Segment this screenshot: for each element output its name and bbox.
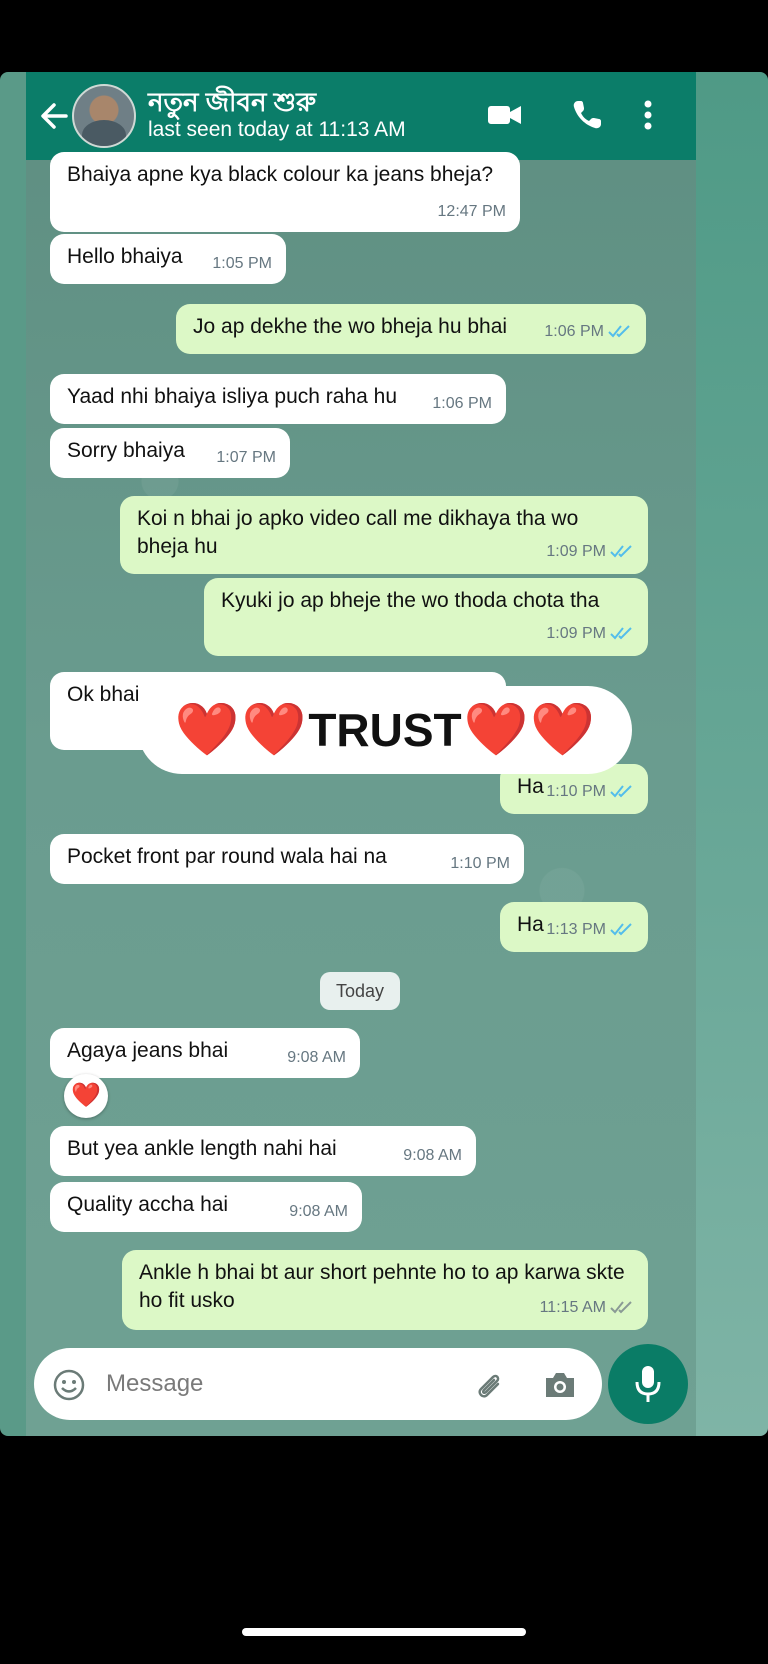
message-meta: 1:13 PM — [546, 916, 634, 946]
message-text: Quality accha hai — [67, 1193, 229, 1216]
double-tick-icon — [610, 1296, 634, 1324]
message-text: Bhaiya apne kya black colour ka jeans bh… — [67, 163, 494, 186]
mic-icon — [634, 1364, 662, 1409]
message-time: 1:09 PM — [546, 543, 606, 560]
message-meta: 1:06 PM — [544, 318, 632, 348]
message-time: 9:08 AM — [403, 1147, 462, 1164]
message-time: 1:06 PM — [432, 395, 492, 412]
message-time: 9:08 AM — [287, 1049, 346, 1066]
message-time: 9:08 AM — [289, 1203, 348, 1220]
heart-emoji: ❤️ — [174, 701, 240, 759]
message-time: 11:15 AM — [539, 1299, 606, 1316]
message-time: 1:10 PM — [450, 855, 510, 872]
double-tick-icon — [610, 540, 634, 568]
message-text: But yea ankle length nahi hai — [67, 1137, 337, 1160]
home-indicator[interactable] — [242, 1628, 526, 1636]
heart-emoji: ❤️ — [530, 701, 596, 759]
phone-icon[interactable] — [570, 98, 604, 137]
message-text: Pocket front par round wala hai na — [67, 845, 387, 868]
message-text: Koi n bhai jo apko video call me dikhaya… — [137, 507, 579, 558]
message-input[interactable]: Message — [106, 1370, 203, 1398]
camera-icon[interactable] — [542, 1368, 578, 1407]
message-time: 1:05 PM — [212, 255, 272, 272]
message-text: Agaya jeans bhai — [67, 1039, 229, 1062]
background-right-edge — [696, 72, 768, 1436]
heart-emoji: ❤️ — [463, 701, 529, 759]
message-text: Ok bhai — [67, 683, 140, 706]
message-outgoing[interactable]: Ha 1:13 PM — [500, 902, 648, 952]
mic-button[interactable] — [608, 1344, 688, 1424]
message-incoming[interactable]: Sorry bhaiya 1:07 PM — [50, 428, 290, 478]
emoji-icon[interactable] — [52, 1368, 86, 1407]
message-incoming[interactable]: But yea ankle length nahi hai 9:08 AM — [50, 1126, 476, 1176]
message-text: Ha — [517, 775, 544, 798]
message-outgoing[interactable]: Koi n bhai jo apko video call me dikhaya… — [120, 496, 648, 574]
message-incoming[interactable]: Agaya jeans bhai 9:08 AM — [50, 1028, 360, 1078]
message-incoming[interactable]: Quality accha hai 9:08 AM — [50, 1182, 362, 1232]
double-tick-icon — [610, 780, 634, 808]
message-time: 1:06 PM — [544, 323, 604, 340]
message-incoming[interactable]: Yaad nhi bhaiya isliya puch raha hu 1:06… — [50, 374, 506, 424]
message-time: 1:10 PM — [546, 783, 606, 800]
video-call-icon[interactable] — [486, 98, 524, 137]
reaction-heart[interactable]: ❤️ — [64, 1074, 108, 1118]
message-text: Ha — [517, 913, 544, 936]
message-time: 1:07 PM — [216, 449, 276, 466]
message-time: 1:09 PM — [546, 625, 606, 642]
message-outgoing[interactable]: Jo ap dekhe the wo bheja hu bhai 1:06 PM — [176, 304, 646, 354]
last-seen-status: last seen today at 11:13 AM — [148, 118, 406, 141]
chat-screen: নতুন জীবন শুরু last seen today at 11:13 … — [26, 72, 696, 1436]
contact-avatar[interactable] — [72, 84, 136, 148]
message-incoming[interactable]: Bhaiya apne kya black colour ka jeans bh… — [50, 152, 520, 232]
attach-icon[interactable] — [472, 1368, 506, 1407]
message-text: Sorry bhaiya — [67, 439, 185, 462]
double-tick-icon — [610, 622, 634, 650]
message-meta: 1:09 PM — [546, 538, 634, 568]
message-text: Hello bhaiya — [67, 245, 183, 268]
chat-header: নতুন জীবন শুরু last seen today at 11:13 … — [26, 72, 696, 160]
message-text: Kyuki jo ap bheje the wo thoda chota tha — [221, 589, 600, 612]
double-tick-icon — [608, 320, 632, 348]
message-outgoing[interactable]: Kyuki jo ap bheje the wo thoda chota tha… — [204, 578, 648, 656]
overlay-text: TRUST — [308, 704, 462, 756]
message-incoming[interactable]: Hello bhaiya 1:05 PM — [50, 234, 286, 284]
message-time: 1:13 PM — [546, 921, 606, 938]
message-time: 12:47 PM — [437, 203, 506, 220]
message-input-bar: Message — [34, 1348, 602, 1420]
heart-emoji: ❤️ — [241, 701, 307, 759]
background-left-edge — [0, 72, 26, 1436]
trust-overlay-banner: ❤️ ❤️ TRUST ❤️ ❤️ — [138, 686, 632, 774]
message-meta: 1:09 PM — [546, 620, 634, 650]
date-divider: Today — [320, 972, 400, 1010]
message-meta: 11:15 AM — [540, 1294, 634, 1324]
back-arrow-icon[interactable] — [38, 96, 70, 136]
message-text: Jo ap dekhe the wo bheja hu bhai — [193, 315, 508, 338]
message-outgoing[interactable]: Ankle h bhai bt aur short pehnte ho to a… — [122, 1250, 648, 1330]
more-vert-icon[interactable] — [640, 98, 656, 137]
message-meta: 1:10 PM — [546, 778, 634, 808]
double-tick-icon — [610, 918, 634, 946]
message-incoming[interactable]: Pocket front par round wala hai na 1:10 … — [50, 834, 524, 884]
message-text: Yaad nhi bhaiya isliya puch raha hu — [67, 385, 398, 408]
